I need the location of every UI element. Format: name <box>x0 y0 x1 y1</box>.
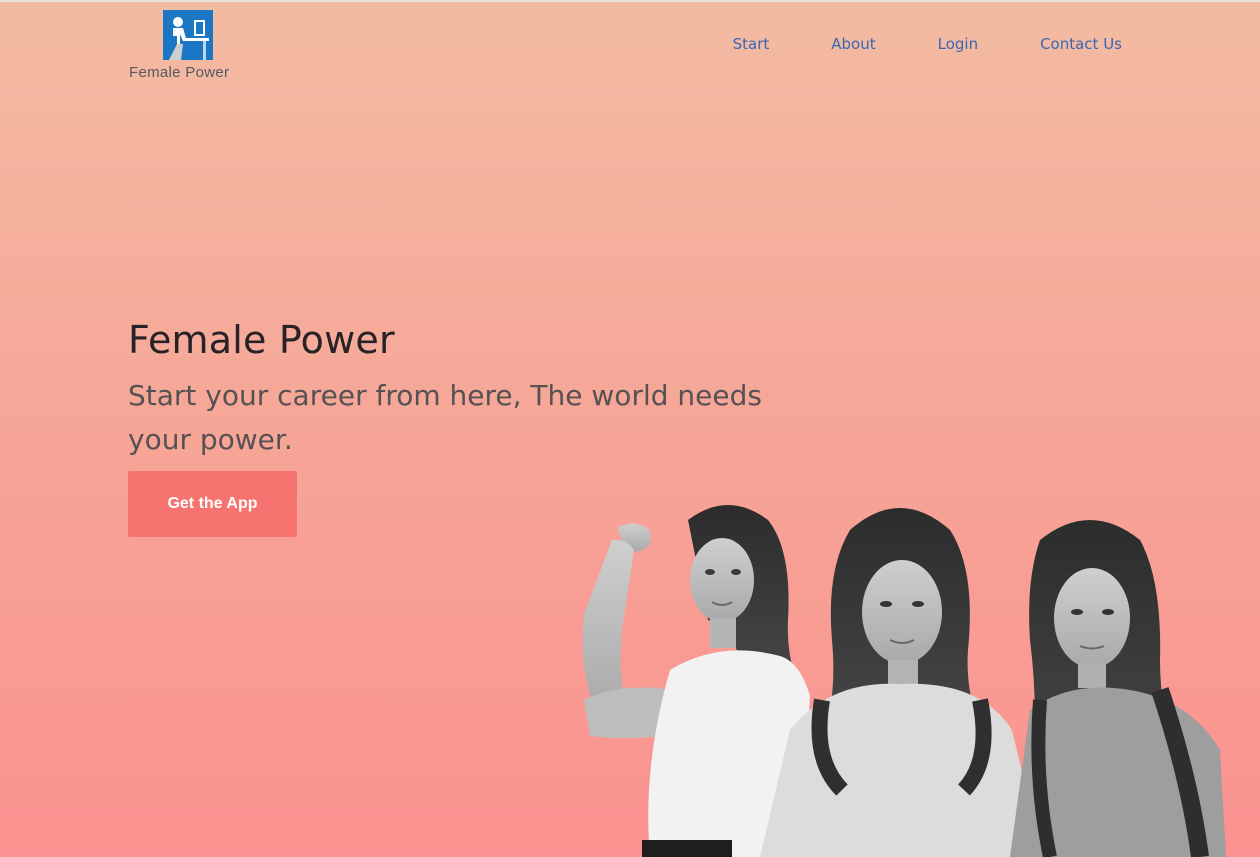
top-border <box>0 0 1260 2</box>
person-at-computer-icon <box>163 10 213 60</box>
nav-start[interactable]: Start <box>733 35 770 53</box>
logo-text: Female Power <box>129 64 230 81</box>
hero-subtitle: Start your career from here, The world n… <box>128 379 762 456</box>
main-nav: Start About Login Contact Us <box>733 35 1122 53</box>
women-group-photo <box>582 505 1226 857</box>
nav-about[interactable]: About <box>831 35 875 53</box>
nav-contact-us[interactable]: Contact Us <box>1040 35 1122 53</box>
hero-title: Female Power <box>128 318 395 362</box>
landing-page: Female Power Start About Login Contact U… <box>0 0 1260 857</box>
nav-login[interactable]: Login <box>938 35 978 53</box>
woman-right <box>1010 520 1226 857</box>
get-the-app-button[interactable]: Get the App <box>128 471 297 537</box>
site-logo[interactable]: Female Power <box>129 10 249 82</box>
